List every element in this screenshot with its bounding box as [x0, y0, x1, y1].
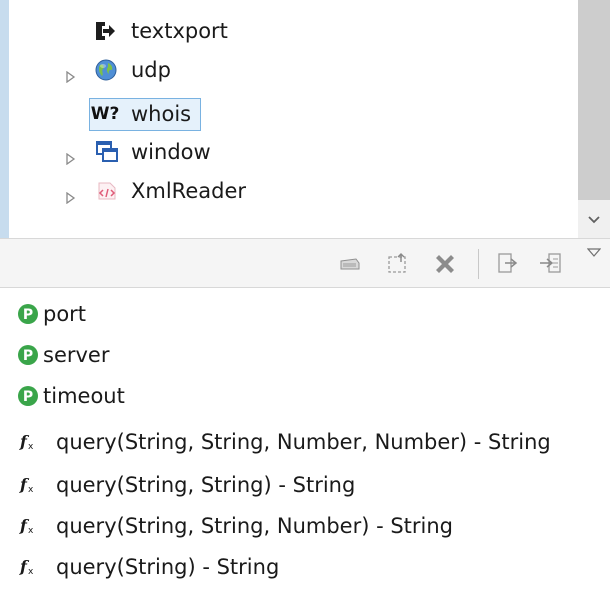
export-icon[interactable]: [495, 249, 523, 277]
tree-item-label: whois: [131, 102, 192, 126]
tree-panel: textxport udp W? whois window XmlReader: [0, 0, 610, 238]
function-icon: fx: [16, 473, 40, 497]
member-label: timeout: [43, 384, 125, 408]
tree-item-label: udp: [131, 58, 171, 82]
tree-item-udp[interactable]: udp: [0, 53, 570, 87]
member-label: query(String, String) - String: [56, 473, 356, 497]
tree-item-label: window: [131, 140, 211, 164]
tree-item-label: textxport: [131, 19, 228, 43]
property-icon: P: [16, 343, 40, 367]
collapse-icon[interactable]: [384, 249, 412, 277]
svg-text:P: P: [23, 307, 33, 323]
members-list: P port P server P timeout fx query(Strin…: [0, 290, 610, 609]
function-icon: fx: [16, 555, 40, 579]
expand-triangle-icon[interactable]: [66, 64, 76, 84]
tree-item-whois[interactable]: W? whois: [0, 97, 570, 131]
export-arrow-icon: [93, 19, 117, 43]
scrollbar-thumb[interactable]: [578, 0, 610, 200]
toolbar-separator: [478, 249, 479, 279]
window-icon: [95, 140, 119, 164]
property-icon: P: [16, 384, 40, 408]
svg-text:x: x: [28, 485, 34, 495]
expand-triangle-icon[interactable]: [66, 185, 76, 205]
member-item-query-1[interactable]: fx query(String) - String: [0, 547, 610, 587]
member-item-query-4[interactable]: fx query(String, String, Number, Number)…: [0, 422, 610, 462]
member-item-query-2[interactable]: fx query(String, String) - String: [0, 465, 610, 505]
tree-item-xmlreader[interactable]: XmlReader: [0, 174, 570, 208]
member-label: port: [43, 302, 87, 326]
view-menu-icon[interactable]: [584, 243, 604, 263]
property-icon: P: [16, 302, 40, 326]
member-item-timeout[interactable]: P timeout: [0, 376, 610, 416]
member-item-port[interactable]: P port: [0, 294, 610, 334]
svg-text:P: P: [23, 389, 33, 405]
expand-triangle-icon[interactable]: [66, 146, 76, 166]
clear-icon[interactable]: [336, 249, 364, 277]
tree-item-window[interactable]: window: [0, 135, 570, 169]
tree-item-label: XmlReader: [131, 179, 246, 203]
function-icon: fx: [16, 514, 40, 538]
member-label: query(String) - String: [56, 555, 280, 579]
globe-icon: [94, 58, 118, 82]
tree-item-textxport[interactable]: textxport: [0, 14, 570, 48]
xml-icon: [95, 179, 119, 203]
delete-icon[interactable]: [431, 249, 459, 277]
member-item-server[interactable]: P server: [0, 335, 610, 375]
svg-text:x: x: [28, 442, 34, 452]
member-label: query(String, String, Number, Number) - …: [56, 430, 551, 454]
import-icon[interactable]: [536, 249, 564, 277]
vertical-scrollbar[interactable]: [578, 0, 610, 238]
function-icon: fx: [16, 430, 40, 454]
svg-text:x: x: [28, 567, 34, 577]
scroll-down-arrow-icon[interactable]: [578, 206, 610, 234]
svg-text:P: P: [23, 348, 33, 364]
member-label: query(String, String, Number) - String: [56, 514, 454, 538]
member-item-query-3[interactable]: fx query(String, String, Number) - Strin…: [0, 506, 610, 546]
member-label: server: [43, 343, 110, 367]
svg-text:x: x: [28, 526, 34, 536]
whois-icon: W?: [90, 104, 120, 124]
members-toolbar: [0, 238, 610, 288]
